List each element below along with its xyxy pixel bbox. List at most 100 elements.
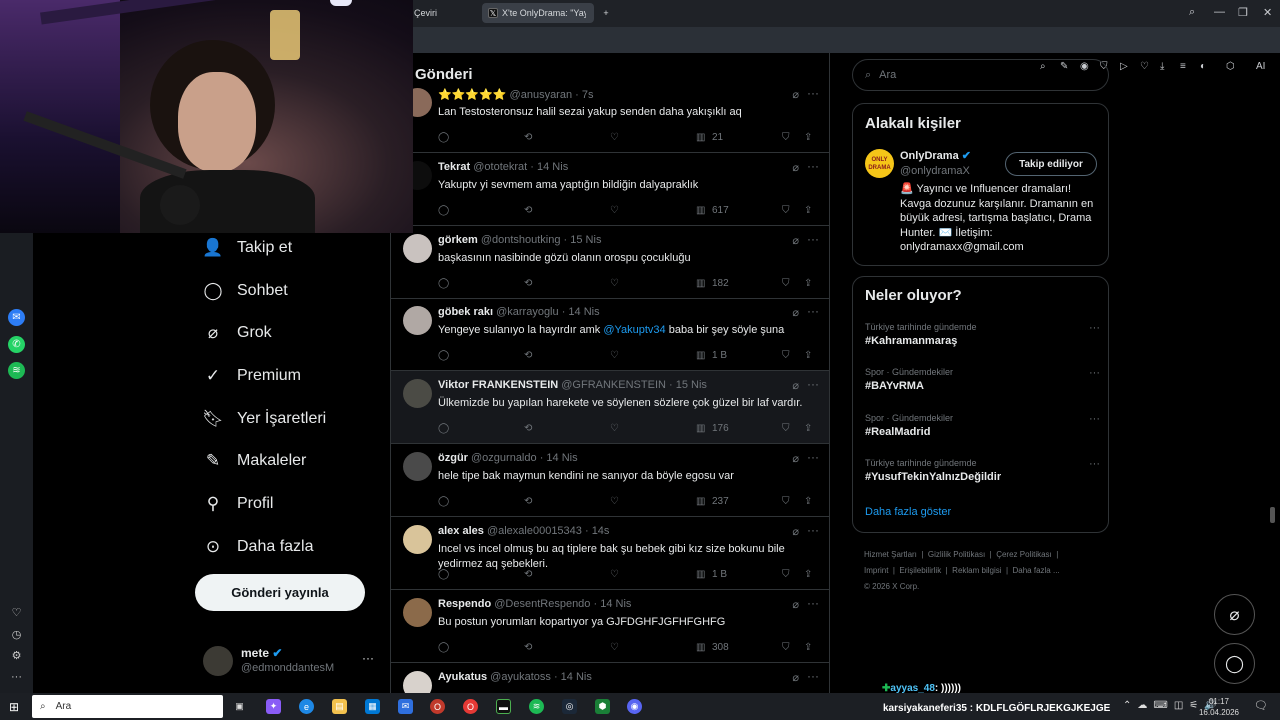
author-handle[interactable]: @karrayoglu <box>496 306 559 318</box>
like-icon[interactable]: ♡ <box>610 205 619 216</box>
nav-follow[interactable]: 👤 Takip et <box>202 233 292 263</box>
grok-icon[interactable]: ⌀ <box>792 598 799 611</box>
messages-floating-button[interactable]: ◯ <box>1214 643 1255 684</box>
grok-icon[interactable]: ⌀ <box>792 88 799 101</box>
views-icon[interactable]: ▥ <box>696 132 705 143</box>
like-icon[interactable]: ♡ <box>610 642 619 653</box>
views-icon[interactable]: ▥ <box>696 569 705 580</box>
more-icon[interactable]: ··· <box>1089 322 1100 334</box>
retweet-icon[interactable]: ⟲ <box>524 642 532 653</box>
author-name[interactable]: Viktor FRANKENSTEIN <box>438 379 558 391</box>
more-icon[interactable]: ··· <box>1089 458 1100 470</box>
download-icon[interactable]: ⤓ <box>1160 61 1164 72</box>
grok-icon[interactable]: ⌀ <box>792 671 799 684</box>
views-icon[interactable]: ▥ <box>696 278 705 289</box>
tab-ceviri[interactable]: Çeviri <box>408 3 443 23</box>
whatsapp-icon[interactable]: ✆ <box>8 336 25 353</box>
more-icon[interactable]: ··· <box>807 523 819 537</box>
footer-link[interactable]: Daha fazla ... <box>1013 566 1060 575</box>
author-handle[interactable]: @ototekrat <box>473 161 527 173</box>
grok-icon[interactable]: ⌀ <box>792 234 799 247</box>
spotify-icon[interactable]: ≋ <box>8 362 25 379</box>
new-tab-button[interactable]: + <box>598 3 614 23</box>
spotify-icon[interactable]: ≋ <box>529 699 544 714</box>
bookmark-icon[interactable]: ⛉ <box>782 423 790 434</box>
grok-icon[interactable]: ⌀ <box>792 161 799 174</box>
views-icon[interactable]: ▥ <box>696 423 705 434</box>
tweet-time[interactable]: · 14 Nis <box>593 598 631 610</box>
nav-premium[interactable]: ✓ Premium <box>202 361 301 391</box>
bookmark-icon[interactable]: ⛉ <box>782 132 790 143</box>
reply-icon[interactable]: ◯ <box>438 278 449 289</box>
retweet-icon[interactable]: ⟲ <box>524 132 532 143</box>
tweet-time[interactable]: · 7s <box>575 89 593 101</box>
taskbar-search-input[interactable]: ⌕ Ara <box>32 695 223 718</box>
reply-tweet[interactable]: görkem @dontshoutking · 15 Nis ⌀ ··· başkas… <box>391 226 829 299</box>
mail-icon[interactable]: ✉ <box>398 699 413 714</box>
file-explorer-icon[interactable]: ▤ <box>332 699 347 714</box>
nav-chat[interactable]: ◯ Sohbet <box>202 276 287 306</box>
heart-icon[interactable]: ♡ <box>1140 61 1149 72</box>
author-handle[interactable]: @ozgurnaldo <box>471 452 537 464</box>
avatar[interactable] <box>403 306 432 335</box>
tab-x-onlydrama[interactable]: 𝕏X'te OnlyDrama: "Yayıncı ... <box>482 3 594 23</box>
app-icon[interactable]: ⬢ <box>595 699 610 714</box>
tweet-time[interactable]: · 14 Nis <box>530 161 568 173</box>
author-handle[interactable]: @anusyaran <box>510 89 573 101</box>
share-icon[interactable]: ⇪ <box>804 569 812 580</box>
grok-icon[interactable]: ⌀ <box>792 306 799 319</box>
footer-link[interactable]: Erişilebilirlik <box>899 566 941 575</box>
reply-tweet[interactable]: göbek rakı @karrayoglu · 14 Nis ⌀ ··· Yenge… <box>391 298 829 371</box>
more-icon[interactable]: ··· <box>1089 413 1100 425</box>
account-switcher[interactable]: mete ✔ @edmonddantesM ··· <box>200 644 400 680</box>
tweet-time[interactable]: · 14 Nis <box>540 452 578 464</box>
minimize-icon[interactable]: — <box>1214 6 1225 18</box>
share-icon[interactable]: ⇪ <box>804 496 812 507</box>
bookmark-icon[interactable]: ⛉ <box>782 642 790 653</box>
views-icon[interactable]: ▥ <box>696 496 705 507</box>
retweet-icon[interactable]: ⟲ <box>524 205 532 216</box>
author-name[interactable]: Tekrat <box>438 161 470 173</box>
tweet-time[interactable]: · 14s <box>585 525 609 537</box>
like-icon[interactable]: ♡ <box>610 496 619 507</box>
avatar[interactable] <box>403 671 432 693</box>
trend-item[interactable]: Türkiye tarihinde gündemde #YusufTekinYa… <box>865 458 1100 488</box>
edge-icon[interactable]: e <box>299 699 314 714</box>
footer-link[interactable]: Hizmet Şartları <box>864 550 917 559</box>
profile-name[interactable]: OnlyDrama ✔ <box>900 149 971 162</box>
bookmark-icon[interactable]: ⛉ <box>782 350 790 361</box>
heart-icon[interactable]: ♡ <box>8 604 25 621</box>
like-icon[interactable]: ♡ <box>610 569 619 580</box>
like-icon[interactable]: ♡ <box>610 132 619 143</box>
retweet-icon[interactable]: ⟲ <box>524 278 532 289</box>
reply-icon[interactable]: ◯ <box>438 423 449 434</box>
share-icon[interactable]: ⇪ <box>804 205 812 216</box>
reply-tweet[interactable]: Ayukatus @ayukatoss · 14 Nis⌀···◯⟲♡▥⛉⇪ <box>391 663 829 693</box>
history-icon[interactable]: ◷ <box>8 626 25 643</box>
reply-icon[interactable]: ◯ <box>438 132 449 143</box>
messenger-icon[interactable]: ✉ <box>8 309 25 326</box>
views-icon[interactable]: ▥ <box>696 205 705 216</box>
nav-profile[interactable]: ⚲ Profil <box>202 489 274 519</box>
search-input[interactable]: ⌕ Ara <box>852 59 1109 91</box>
ai-button[interactable]: AI <box>1256 61 1265 72</box>
discord-icon[interactable]: ◉ <box>627 699 642 714</box>
play-icon[interactable]: ▷ <box>1120 61 1128 72</box>
reply-tweet[interactable]: Viktor FRANKENSTEIN @GFRANKENSTEIN · 15 … <box>391 371 829 444</box>
reply-icon[interactable]: ◯ <box>438 350 449 361</box>
avatar[interactable] <box>403 598 432 627</box>
grok-icon[interactable]: ⌀ <box>792 452 799 465</box>
reply-tweet[interactable]: ⭐⭐⭐⭐⭐ @anusyaran · 7s ⌀ ··· Lan Testosteron… <box>391 80 829 153</box>
views-icon[interactable]: ▥ <box>696 642 705 653</box>
trend-item[interactable]: Spor · Gündemdekiler #RealMadrid ··· <box>865 413 1100 443</box>
avatar[interactable]: ONLY DRAMA <box>865 149 894 178</box>
nav-more[interactable]: ⊙ Daha fazla <box>202 532 314 562</box>
copilot-icon[interactable]: ✦ <box>266 699 281 714</box>
terminal-icon[interactable]: ▬ <box>496 699 511 714</box>
more-icon[interactable]: ··· <box>807 86 819 100</box>
extensions-icon[interactable]: ⬡ <box>1226 61 1235 72</box>
share-icon[interactable]: ⇪ <box>804 132 812 143</box>
like-icon[interactable]: ♡ <box>610 278 619 289</box>
reply-tweet[interactable]: özgür @ozgurnaldo · 14 Nis ⌀ ··· hele tipe … <box>391 444 829 517</box>
bookmark-icon[interactable]: ⛉ <box>782 278 790 289</box>
